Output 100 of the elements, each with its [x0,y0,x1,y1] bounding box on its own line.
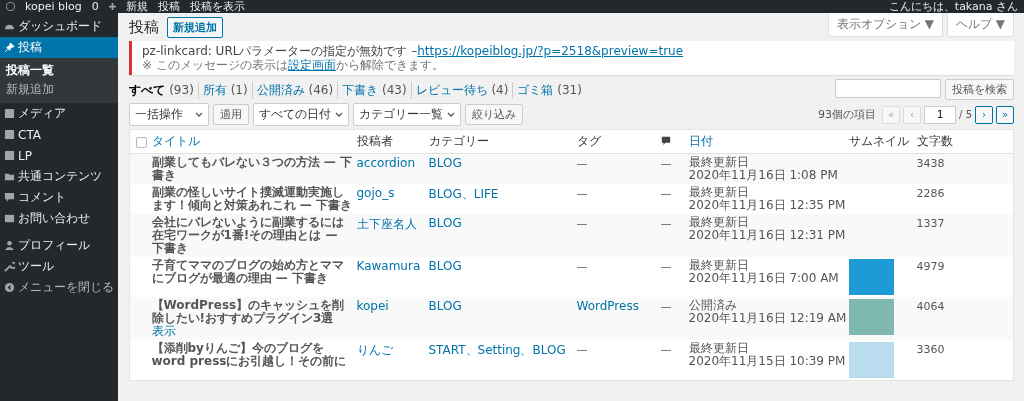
sidebar-item[interactable]: LP [0,145,118,166]
post-status: 最終更新日 [688,259,750,272]
author-link[interactable]: gojo_s [356,186,395,200]
caret-icon [195,112,203,117]
sidebar-item[interactable]: メディア [0,103,118,124]
status-filter-link[interactable]: 所有 (1) [197,82,252,99]
wrench-icon [4,261,15,272]
submenu-item[interactable]: 投稿一覧 [0,61,118,80]
post-title-link[interactable]: 会社にバレないように副業するには在宅ワークが1番!その理由とは — 下書き [151,216,353,255]
folder-icon [4,171,15,182]
column-header: 文字数 [916,134,953,148]
post-title-link[interactable]: 副業の怪しいサイト撲滅運動実施します！傾向と対策あれこれ — 下書き [151,186,353,212]
word-count: 1337 [916,217,945,230]
notice-hint: ※ このメッセージの表示は設定画面から解除できます。 [142,58,445,72]
status-filter-link[interactable]: すべて (93) [129,82,198,99]
post-status: 最終更新日 [688,186,750,199]
post-date: 2020年11月15日 10:39 PM [688,355,845,368]
posts-link[interactable]: 投稿 [157,0,180,13]
site-name-link[interactable]: kopei blog [25,0,82,13]
sidebar-item[interactable]: プロフィール [0,235,118,256]
author-link[interactable]: りんご [356,343,393,357]
sidebar-item[interactable]: お問い合わせ [0,208,118,229]
word-count: 2286 [916,187,945,200]
category-link[interactable]: BLOG [428,156,462,170]
tags-cell: — [576,217,588,230]
search-field[interactable] [835,79,941,98]
collapse-icon [4,282,15,293]
comments-cell: — [660,343,672,356]
date-filter-select[interactable]: すべての日付 [253,103,349,126]
settings-link[interactable]: 設定画面 [287,58,336,72]
column-header: サムネイル [848,134,909,148]
comments-cell: — [660,187,672,200]
category-link[interactable]: BLOG [428,259,462,273]
last-page-button[interactable]: » [996,105,1014,124]
view-link[interactable]: 投稿を表示 [189,0,245,13]
post-date: 2020年11月16日 12:31 PM [688,229,845,242]
category-link[interactable]: START、Setting、BLOG [428,343,566,357]
greeting-text[interactable]: こんにちは、takana さん [888,0,1018,13]
screen-tab[interactable]: ヘルプ ▼ [946,13,1014,37]
column-header: タグ [576,134,601,148]
submenu-item[interactable]: 新規追加 [0,80,118,99]
notice-message: pz-linkcard: URLパラメーターの指定が無効です –https://kopeiblog.jp/?p=2518&preview=true [142,44,685,58]
author-link[interactable]: kopei [356,299,389,313]
post-date: 2020年11月16日 7:00 AM [688,272,840,285]
comments-cell: — [660,300,672,313]
notice-link[interactable]: https://kopeiblog.jp/?p=2518&preview=true [417,44,684,58]
word-count: 3360 [916,343,945,356]
post-status: 公開済み [688,299,738,312]
sidebar-item[interactable]: CTA [0,124,118,145]
page-number-field[interactable]: 1 [924,105,957,124]
next-page-button[interactable]: › [975,105,993,124]
status-filter-link[interactable]: 下書き (43) [337,82,411,99]
post-date: 2020年11月16日 12:35 PM [688,199,845,212]
apply-button[interactable]: 適用 [213,104,249,125]
post-status: 最終更新日 [688,342,750,355]
category-link[interactable]: BLOG [428,299,462,313]
word-count: 4979 [916,260,945,273]
filter-button[interactable]: 絞り込み [465,104,523,125]
search-button[interactable]: 投稿を検索 [945,79,1014,100]
new-link[interactable]: 新規 [125,0,148,13]
category-link[interactable]: BLOG [428,216,462,230]
post-title-link[interactable]: 子育てママのブログの始め方とママにブログが最適の理由 — 下書き [151,259,353,285]
post-title-link[interactable]: 【添削byりんご】今のブログを word pressにお引越し！その前に [151,342,353,368]
sidebar-item[interactable]: ダッシュボード [0,16,118,37]
select-all-checkbox[interactable] [136,136,147,148]
column-sort-link[interactable]: 日付 [688,134,713,148]
column-sort-link[interactable]: タイトル [151,134,200,148]
plus-icon[interactable] [108,3,116,10]
caret-icon [335,112,343,117]
post-date: 2020年11月16日 12:19 AM [688,312,845,325]
tags-cell: — [576,343,588,356]
comments-link[interactable]: 0 [91,0,99,13]
word-count: 3438 [916,157,945,170]
post-date: 2020年11月16日 1:08 PM [688,169,839,182]
view-link[interactable]: 表示 [151,325,353,338]
item-count: 93個の項目 [818,107,877,122]
author-link[interactable]: Kawamura [356,259,421,273]
sidebar-item[interactable]: メニューを閉じる [0,277,118,298]
category-link[interactable]: BLOG、LIFE [428,187,499,201]
tags-cell: — [576,260,588,273]
pin-icon [4,42,15,53]
add-new-button[interactable]: 新規追加 [167,17,223,38]
sidebar-item[interactable]: 共通コンテンツ [0,166,118,187]
post-status: 最終更新日 [688,216,750,229]
status-filter-link[interactable]: 公開済み (46) [251,82,338,99]
sidebar-item[interactable]: コメント [0,187,118,208]
sidebar-item[interactable]: 投稿 [0,37,118,58]
column-header: 投稿者 [356,134,393,148]
person-icon [4,240,15,251]
tags-cell: — [576,187,588,200]
status-filter-link[interactable]: ゴミ箱 (31) [512,82,586,99]
bubble-icon [4,192,15,203]
status-filter-link[interactable]: レビュー待ち (4) [410,82,513,99]
total-pages: / 5 [959,109,972,120]
post-title-link[interactable]: 【WordPress】のキャッシュを削除したい!おすすめプラグイン3選 [151,299,353,325]
comments-cell: — [660,157,672,170]
screen-tab[interactable]: 表示オプション ▼ [827,13,943,37]
sidebar-item[interactable]: ツール [0,256,118,277]
category-filter-select[interactable]: カテゴリー一覧 [353,103,461,126]
bulk-action-select[interactable]: 一括操作 [129,103,209,126]
